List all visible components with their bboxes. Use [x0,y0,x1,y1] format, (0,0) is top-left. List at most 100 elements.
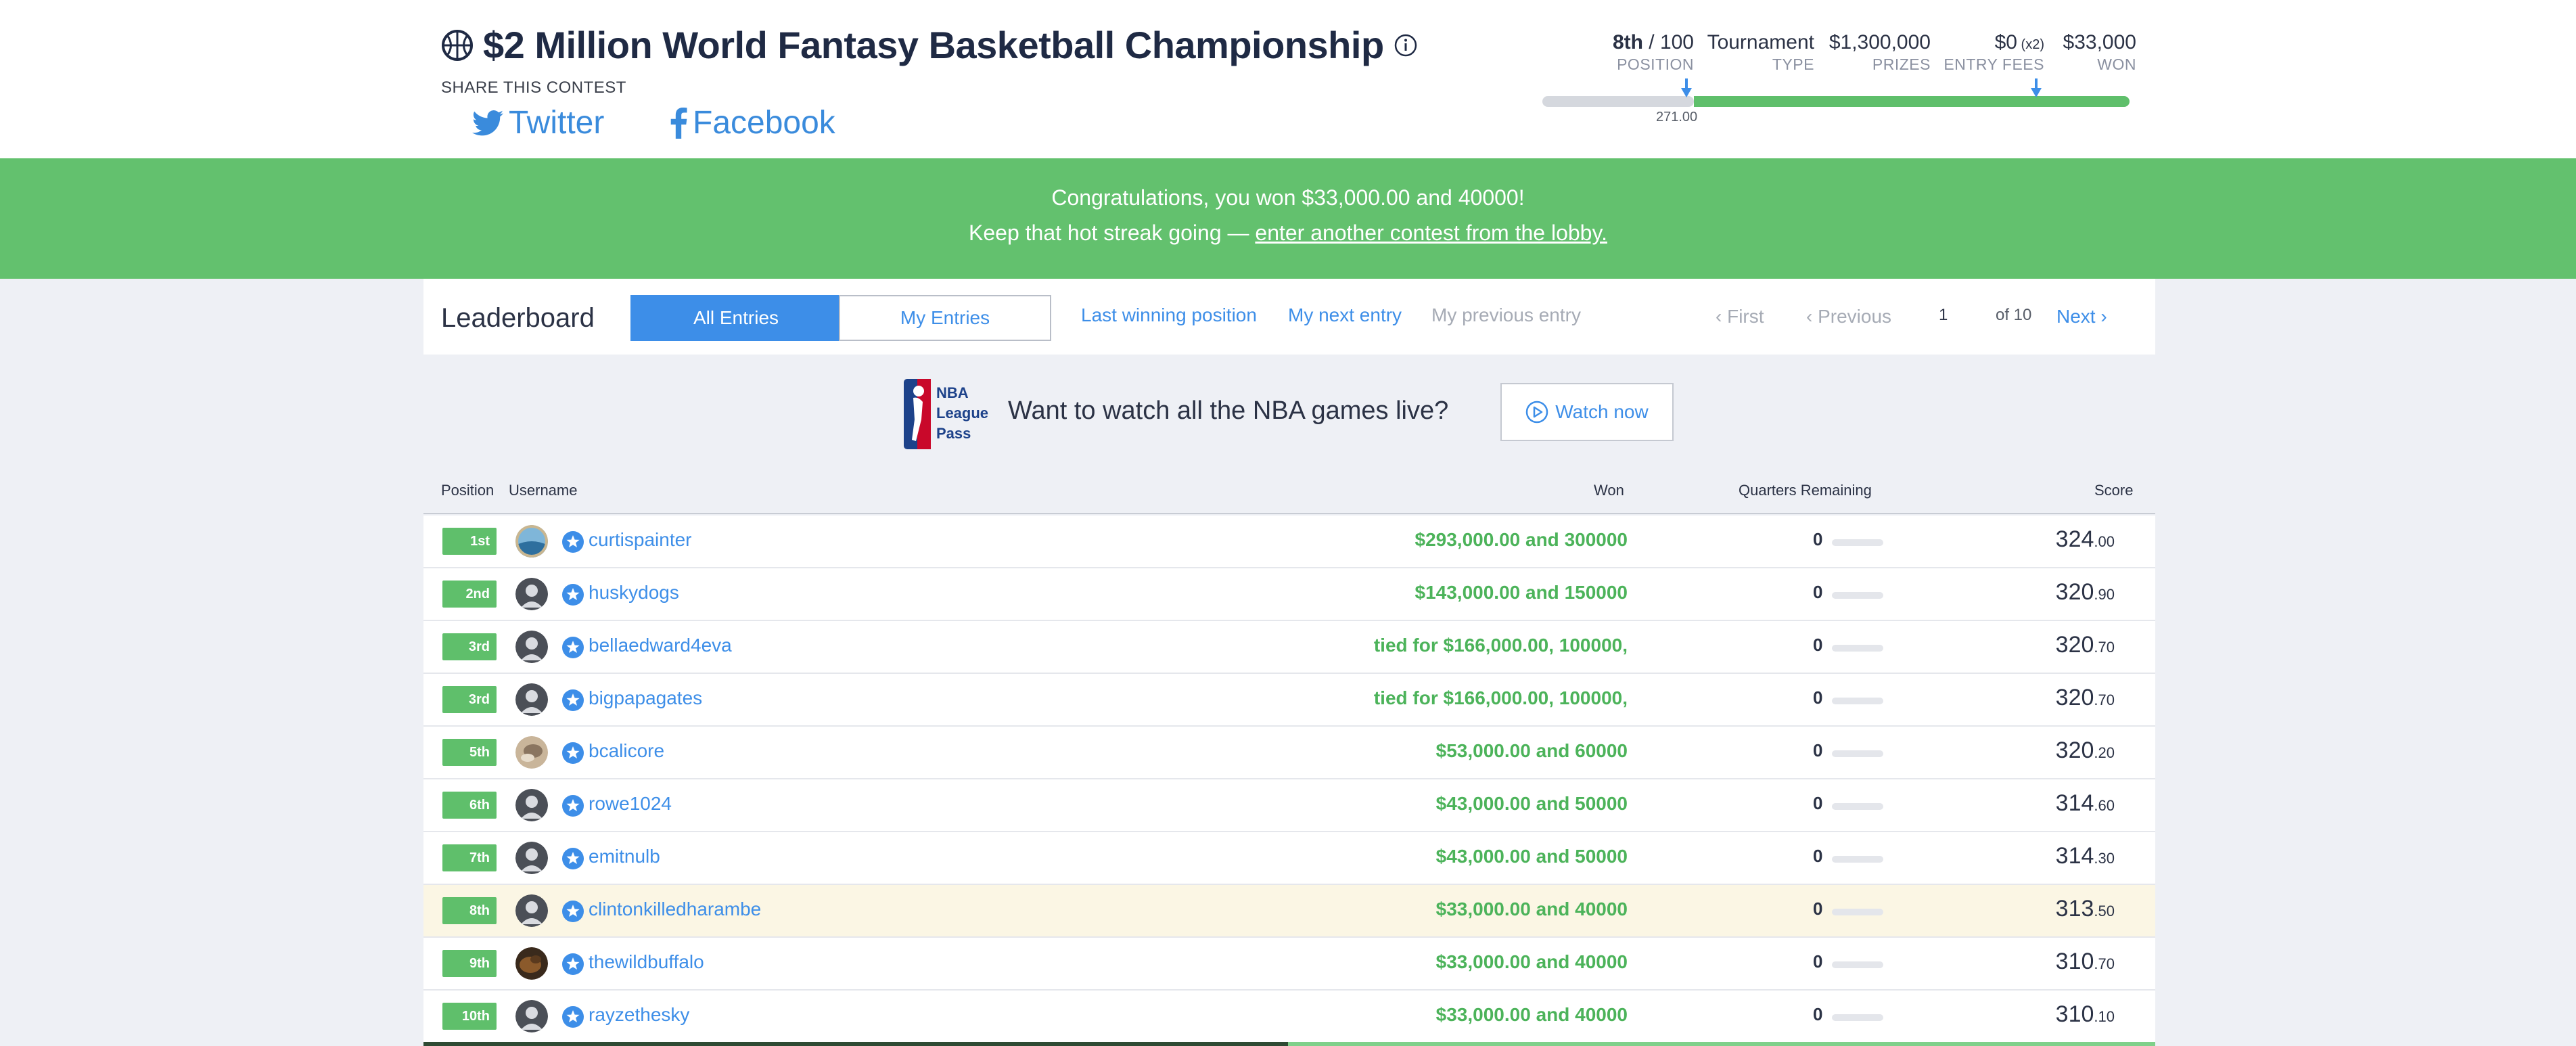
current-page[interactable]: 1 [1939,306,1948,325]
lobby-link[interactable]: enter another contest from the lobby. [1255,221,1607,245]
score-decimal: .10 [2094,1008,2115,1025]
score-int: 320 [2055,685,2094,710]
table-row[interactable]: 8th clintonkilledharambe $33,000.00 and 40… [423,885,2155,938]
position-badge: 2nd [442,581,497,608]
star-icon [561,636,584,659]
twitter-share-button[interactable]: Twitter [472,104,604,141]
first-page-button[interactable]: ‹ First [1716,306,1764,327]
page-count: of 10 [1996,306,2032,324]
tab-all-entries[interactable]: All Entries [630,295,842,341]
won-amount: $33,000.00 and 40000 [1435,951,1628,972]
svg-text:League: League [936,405,988,422]
stat-entry-fees: $0 (x2) ENTRY FEES [1935,31,2044,74]
username-link[interactable]: bcalicore [589,740,664,762]
star-icon [561,1005,584,1028]
tab-my-entries[interactable]: My Entries [839,295,1051,341]
position-badge: 8th [442,897,497,924]
win-message: Congratulations, you won $33,000.00 and … [1051,185,1525,210]
facebook-share-button[interactable]: Facebook [670,104,835,141]
star-icon [561,900,584,923]
quarters-progress-bar [1832,909,1883,915]
previous-page-button[interactable]: ‹ Previous [1806,306,1891,327]
watch-now-button[interactable]: Watch now [1500,383,1674,441]
position-badge: 3rd [442,633,497,660]
quarters-remaining: 0 [1813,635,1823,655]
username-link[interactable]: bigpapagates [589,687,702,709]
table-row[interactable]: 3rd bigpapagates tied for $166,000.00, 100… [423,674,2155,727]
prizes-value: $1,300,000 [1828,31,1931,53]
avatar[interactable] [515,1000,548,1032]
header-divider [423,513,2155,514]
stat-type: Tournament TYPE [1698,31,1814,74]
payout-marker-icon [2031,78,2042,97]
won-amount: $293,000.00 and 300000 [1414,529,1628,550]
leaderboard-title: Leaderboard [441,303,595,333]
username-link[interactable]: rayzethesky [589,1004,689,1026]
username-link[interactable]: clintonkilledharambe [589,899,761,920]
table-row[interactable]: 3rd bellaedward4eva tied for $166,000.00, … [423,621,2155,674]
lobby-message: Keep that hot streak going — enter anoth… [0,221,2576,246]
score-decimal: .20 [2094,744,2115,761]
username-link[interactable]: huskydogs [589,582,679,604]
avatar[interactable] [515,631,548,663]
contest-header: $2 Million World Fantasy Basketball Cham… [0,0,2576,158]
my-next-entry-link[interactable]: My next entry [1288,304,1402,326]
last-winning-position-link[interactable]: Last winning position [1081,304,1257,326]
quarters-progress-bar [1832,856,1883,863]
twitter-label: Twitter [509,105,605,141]
stat-prizes: $1,300,000 PRIZES [1820,31,1931,74]
col-score[interactable]: Score [2094,482,2133,499]
col-position[interactable]: Position [441,482,494,499]
table-row[interactable]: 2nd huskydogs $143,000.00 and 150000 0 320.9… [423,568,2155,621]
star-icon [561,953,584,976]
avatar[interactable] [515,578,548,610]
progress-marker-label: 271.00 [1656,110,1698,124]
lobby-prefix: Keep that hot streak going — [969,221,1256,245]
avatar[interactable] [515,842,548,874]
score-int: 310 [2055,949,2094,974]
share-label: SHARE THIS CONTEST [441,78,626,97]
score-decimal: .90 [2094,586,2115,603]
position-badge: 3rd [442,686,497,713]
leaderboard-toolbar: Leaderboard All Entries My Entries Last … [423,279,2155,355]
table-row[interactable]: 1st curtispainter $293,000.00 and 300000 0 3… [423,516,2155,568]
username-link[interactable]: rowe1024 [589,793,672,815]
username-link[interactable]: thewildbuffalo [589,951,704,973]
my-previous-entry-link[interactable]: My previous entry [1431,304,1581,326]
table-row[interactable]: 9th thewildbuffalo $33,000.00 and 40000 0 31… [423,938,2155,991]
col-username[interactable]: Username [509,482,577,499]
quarters-progress-bar [1832,698,1883,704]
watch-now-label: Watch now [1555,401,1649,422]
scroll-progress-fill [423,1042,1288,1046]
username-link[interactable]: curtispainter [589,529,692,551]
col-won[interactable]: Won [1594,482,1624,499]
score: 314.30 [2056,843,2115,869]
quarters-remaining: 0 [1813,951,1823,972]
avatar[interactable] [515,789,548,821]
table-row[interactable]: 10th rayzethesky $33,000.00 and 40000 0 310.… [423,991,2155,1043]
position-badge: 9th [442,950,497,977]
won-amount: $43,000.00 and 50000 [1435,793,1628,814]
quarters-remaining: 0 [1813,899,1823,919]
star-icon [561,742,584,765]
username-link[interactable]: bellaedward4eva [589,635,732,656]
table-row[interactable]: 6th rowe1024 $43,000.00 and 50000 0 314.60 [423,779,2155,832]
col-quarters-remaining[interactable]: Quarters Remaining [1739,482,1872,499]
quarters-remaining: 0 [1813,582,1823,602]
quarters-remaining: 0 [1813,529,1823,549]
quarters-remaining: 0 [1813,793,1823,813]
table-row[interactable]: 7th emitnulb $43,000.00 and 50000 0 314.30 [423,832,2155,885]
avatar[interactable] [515,683,548,716]
table-row[interactable]: 5th bcalicore $53,000.00 and 60000 0 320.20 [423,727,2155,779]
avatar[interactable] [515,947,548,980]
quarters-progress-bar [1832,803,1883,810]
username-link[interactable]: emitnulb [589,846,660,867]
avatar[interactable] [515,894,548,927]
quarters-remaining: 0 [1813,687,1823,708]
position-marker-icon [1681,78,1692,97]
chevron-right-icon: › [2095,306,2107,327]
info-icon[interactable] [1394,33,1418,58]
avatar[interactable] [515,736,548,769]
next-page-button[interactable]: Next › [2056,306,2107,327]
avatar[interactable] [515,525,548,558]
